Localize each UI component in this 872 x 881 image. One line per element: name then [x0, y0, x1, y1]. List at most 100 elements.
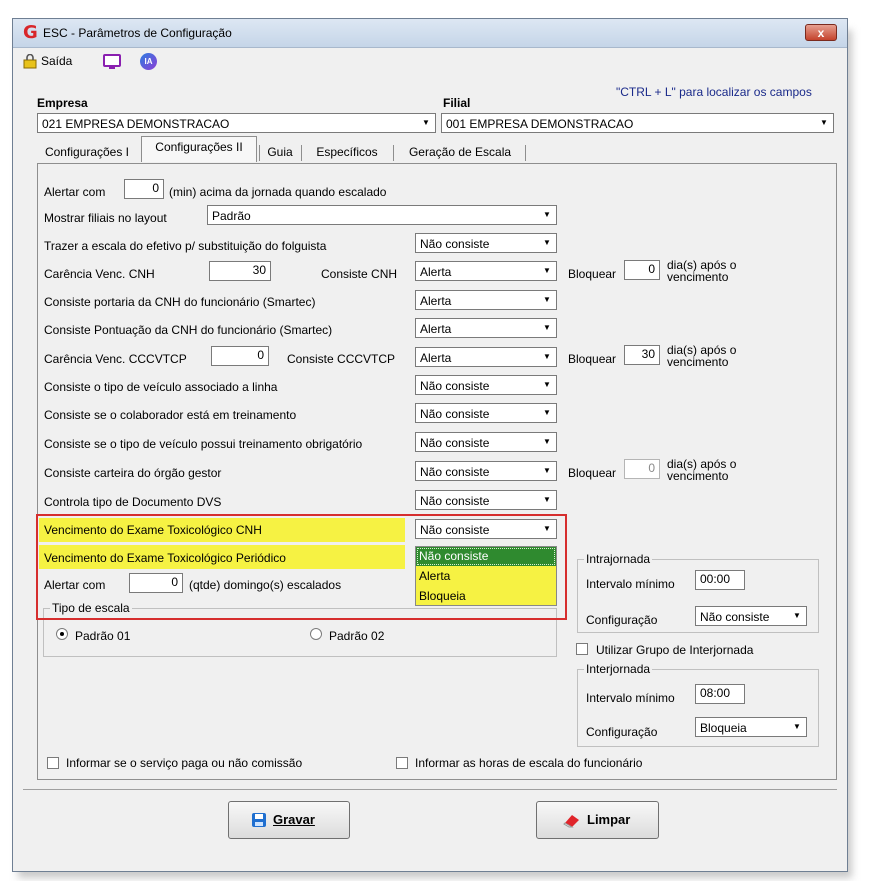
ia-label: IA	[144, 57, 153, 66]
tab-separator	[301, 145, 302, 161]
intra-config-value: Não consiste	[700, 610, 770, 624]
bloquear-carteira-label: Bloquear	[568, 466, 617, 480]
floppy-disk-icon	[252, 813, 266, 827]
horas-escala-checkbox[interactable]	[396, 757, 408, 769]
tipo-veiculo-value: Não consiste	[420, 379, 490, 393]
pontuacao-cnh-value: Alerta	[420, 322, 452, 336]
carencia-cnh-input[interactable]: 30	[209, 261, 271, 281]
inter-config-value: Bloqueia	[700, 721, 747, 735]
carteira-value: Não consiste	[420, 465, 490, 479]
lock-icon	[23, 54, 37, 69]
consiste-cnh-value: Alerta	[420, 265, 452, 279]
eraser-icon	[563, 815, 579, 828]
chevron-down-icon[interactable]: ▼	[539, 235, 555, 251]
bloquear-carteira-input[interactable]: 0	[624, 459, 660, 479]
consiste-cnh-select[interactable]: Alerta ▼	[415, 261, 557, 281]
veiculo-treinamento-label: Consiste se o tipo de veículo possui tre…	[44, 437, 363, 451]
inter-config-select[interactable]: Bloqueia ▼	[695, 717, 807, 737]
chevron-down-icon[interactable]: ▼	[539, 349, 555, 365]
monitor-icon[interactable]	[103, 54, 121, 70]
intra-intervalo-input[interactable]: 00:00	[695, 570, 745, 590]
dias-cnh-label: dia(s) após o vencimento	[667, 258, 737, 284]
inter-intervalo-input[interactable]: 08:00	[695, 684, 745, 704]
consiste-cccv-label: Consiste CCCVTCP	[287, 352, 396, 366]
save-button[interactable]: Gravar	[228, 801, 350, 839]
radio-padrao-02[interactable]	[310, 628, 322, 640]
treinamento-select[interactable]: Não consiste ▼	[415, 403, 557, 423]
carteira-label: Consiste carteira do órgão gestor	[44, 466, 222, 480]
dias-cccv-label: dia(s) após o vencimento	[667, 343, 737, 369]
portaria-cnh-select[interactable]: Alerta ▼	[415, 290, 557, 310]
bloquear-cnh-input[interactable]: 0	[624, 260, 660, 280]
alertar-suffix: (min) acima da jornada quando escalado	[169, 185, 387, 199]
grupo-interjornada-checkbox[interactable]	[576, 643, 588, 655]
tab-especificos[interactable]: Específicos	[305, 142, 389, 162]
intra-config-select[interactable]: Não consiste ▼	[695, 606, 807, 626]
grupo-interjornada-label: Utilizar Grupo de Interjornada	[596, 643, 754, 657]
chevron-down-icon[interactable]: ▼	[816, 115, 832, 131]
footer-divider	[23, 789, 837, 790]
tipo-veiculo-select[interactable]: Não consiste ▼	[415, 375, 557, 395]
save-label: Gravar	[273, 812, 315, 827]
chevron-down-icon[interactable]: ▼	[789, 608, 805, 624]
chevron-down-icon[interactable]: ▼	[539, 463, 555, 479]
annotation-box	[36, 514, 567, 620]
radio-padrao-01[interactable]	[56, 628, 68, 640]
mostrar-filiais-select[interactable]: Padrão ▼	[207, 205, 557, 225]
trazer-escala-select[interactable]: Não consiste ▼	[415, 233, 557, 253]
bloquear-cccv-input[interactable]: 30	[624, 345, 660, 365]
title-bar[interactable]: G ESC - Parâmetros de Configuração x	[13, 19, 847, 48]
treinamento-label: Consiste se o colaborador está em treina…	[44, 408, 297, 422]
chevron-down-icon[interactable]: ▼	[539, 434, 555, 450]
close-button[interactable]: x	[805, 24, 837, 41]
mostrar-filiais-label: Mostrar filiais no layout	[44, 211, 167, 225]
dias-carteira-label: dia(s) após o vencimento	[667, 457, 737, 483]
interjornada-title: Interjornada	[584, 662, 653, 676]
chevron-down-icon[interactable]: ▼	[789, 719, 805, 735]
padrao-02-label: Padrão 02	[329, 629, 385, 643]
treinamento-value: Não consiste	[420, 407, 490, 421]
filial-select[interactable]: 001 EMPRESA DEMONSTRACAO ▼	[441, 113, 834, 133]
empresa-value: 021 EMPRESA DEMONSTRACAO	[42, 117, 230, 131]
trazer-escala-value: Não consiste	[420, 237, 490, 251]
chevron-down-icon[interactable]: ▼	[539, 377, 555, 393]
portaria-cnh-label: Consiste portaria da CNH do funcionário …	[44, 295, 316, 309]
consiste-cccv-select[interactable]: Alerta ▼	[415, 347, 557, 367]
comissao-checkbox[interactable]	[47, 757, 59, 769]
bloquear-cnh-label: Bloquear	[568, 267, 617, 281]
alertar-minutes-input[interactable]: 0	[124, 179, 164, 199]
ia-icon[interactable]: IA	[140, 53, 157, 70]
veiculo-treinamento-value: Não consiste	[420, 436, 490, 450]
tab-separator	[393, 145, 394, 161]
padrao-01-label: Padrão 01	[75, 629, 131, 643]
filial-label: Filial	[443, 96, 471, 110]
dvs-value: Não consiste	[420, 494, 490, 508]
chevron-down-icon[interactable]: ▼	[539, 405, 555, 421]
tab-guia[interactable]: Guia	[263, 142, 297, 162]
pontuacao-cnh-label: Consiste Pontuação da CNH do funcionário…	[44, 323, 333, 337]
chevron-down-icon[interactable]: ▼	[539, 292, 555, 308]
intrajornada-title: Intrajornada	[584, 552, 653, 566]
chevron-down-icon[interactable]: ▼	[539, 492, 555, 508]
chevron-down-icon[interactable]: ▼	[418, 115, 434, 131]
veiculo-treinamento-select[interactable]: Não consiste ▼	[415, 432, 557, 452]
tab-geracao-escala[interactable]: Geração de Escala	[397, 142, 523, 162]
pontuacao-cnh-select[interactable]: Alerta ▼	[415, 318, 557, 338]
chevron-down-icon[interactable]: ▼	[539, 263, 555, 279]
tab-configuracoes-2[interactable]: Configurações II	[141, 136, 257, 162]
carteira-select[interactable]: Não consiste ▼	[415, 461, 557, 481]
chevron-down-icon[interactable]: ▼	[539, 320, 555, 336]
dvs-select[interactable]: Não consiste ▼	[415, 490, 557, 510]
intra-intervalo-label: Intervalo mínimo	[586, 577, 675, 591]
inter-config-label: Configuração	[586, 725, 658, 739]
carencia-cccv-input[interactable]: 0	[211, 346, 269, 366]
clear-button[interactable]: Limpar	[536, 801, 659, 839]
empresa-select[interactable]: 021 EMPRESA DEMONSTRACAO ▼	[37, 113, 436, 133]
consiste-cccv-value: Alerta	[420, 351, 452, 365]
chevron-down-icon[interactable]: ▼	[539, 207, 555, 223]
dvs-label: Controla tipo de Documento DVS	[44, 495, 222, 509]
empresa-label: Empresa	[37, 96, 88, 110]
tab-configuracoes-1[interactable]: Configurações I	[37, 142, 137, 162]
alertar-label: Alertar com	[44, 185, 106, 199]
mostrar-filiais-value: Padrão	[212, 209, 251, 223]
